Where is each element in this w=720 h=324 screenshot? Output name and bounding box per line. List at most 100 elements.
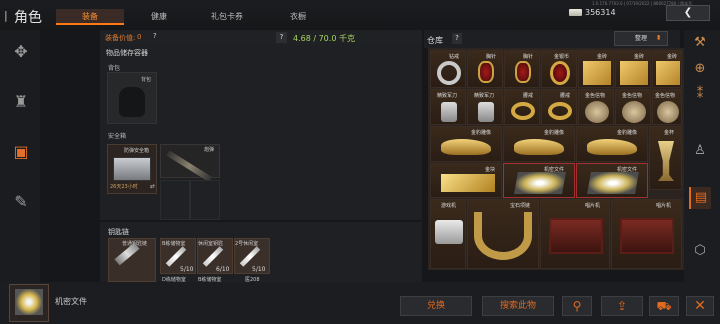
cart-icon[interactable]: ⛟ — [649, 296, 679, 316]
warehouse-item[interactable]: 金银币 — [541, 50, 577, 88]
warehouse-item[interactable]: 机密文件 — [503, 163, 575, 198]
warehouse-item[interactable]: 金豹雕像 — [576, 126, 648, 162]
item-label: 胸针 — [523, 54, 534, 60]
warehouse-item[interactable]: 钻戒 — [430, 50, 466, 88]
warehouse-item[interactable]: 机密文件 — [576, 163, 648, 198]
selected-item-name: 机密文件 — [55, 297, 87, 306]
key-count: 6/10 — [216, 266, 230, 273]
backpack-label: 背包 — [108, 65, 121, 72]
warehouse-item[interactable]: 腰戒 — [504, 89, 540, 125]
sort-icon: ▮ — [657, 34, 661, 41]
tab-wardrobe[interactable]: 衣橱 — [262, 9, 334, 25]
warehouse-item[interactable]: 金砖 — [652, 50, 682, 88]
ring-icon — [511, 102, 535, 120]
goblet-icon — [658, 141, 674, 181]
warehouse-item[interactable]: 游戏机 — [430, 199, 466, 269]
bag-icon[interactable]: ▤ — [689, 187, 711, 209]
warehouse-item[interactable]: 金色信物 — [652, 89, 682, 125]
tab-gift-cards[interactable]: 礼包卡券 — [192, 9, 262, 25]
tools-icon[interactable]: ✎ — [10, 190, 32, 214]
item-label: 金色信物 — [655, 93, 676, 99]
bullet-icon[interactable]: ⁑ — [689, 84, 711, 106]
weapon-icon[interactable]: ✥ — [10, 40, 32, 64]
item-label: 唱片机 — [585, 203, 601, 209]
warehouse-item[interactable]: 金砖 — [578, 50, 614, 88]
close-icon[interactable]: ✕ — [686, 296, 714, 316]
cube-icon[interactable]: ⬡ — [689, 240, 711, 262]
warehouse-item[interactable]: 胸针 — [467, 50, 503, 88]
item-label: 胸针 — [486, 54, 497, 60]
back-chevron-icon[interactable]: ❮ — [666, 5, 710, 21]
knife-icon — [478, 102, 494, 122]
warehouse-item[interactable]: 金豹雕像 — [430, 126, 502, 162]
equip-value-label: 装备价值: — [105, 34, 136, 42]
item-label: 金色信物 — [622, 93, 643, 99]
warehouse-item[interactable]: 金色信物 — [615, 89, 651, 125]
item-label: 腰戒 — [560, 93, 571, 99]
swap-icon[interactable]: ⇄ — [150, 183, 155, 190]
empty-grid-cell[interactable] — [190, 180, 220, 220]
leopard-statue-icon — [441, 139, 491, 155]
key-count: 5/10 — [180, 266, 194, 273]
item-label: 精致军刀 — [437, 93, 458, 99]
leopard-statue-icon — [514, 139, 564, 155]
warehouse-item[interactable]: 金块 — [430, 163, 502, 198]
game-console-icon — [435, 220, 463, 244]
warehouse-item[interactable]: 金色信物 — [578, 89, 614, 125]
empty-grid-cell[interactable] — [160, 180, 190, 220]
item-label: 金豹雕像 — [544, 130, 565, 136]
warehouse-item[interactable]: 宝石项链 — [467, 199, 539, 269]
warehouse-item[interactable]: 唱片机 — [540, 199, 610, 269]
weight-help-icon[interactable]: ? — [276, 32, 287, 43]
exchange-button[interactable]: 兑换 — [400, 296, 472, 316]
medallion-icon — [585, 101, 609, 123]
item-label: 钻戒 — [449, 54, 460, 60]
page-title: 角色 — [14, 10, 42, 26]
search-icon[interactable]: ⚲ — [562, 296, 592, 316]
item-label: 金杯 — [664, 130, 675, 136]
ring-icon — [548, 102, 572, 120]
knife-icon — [441, 102, 457, 122]
armor-icon[interactable]: ♙ — [689, 140, 711, 162]
gold-bar-icon — [620, 61, 648, 85]
medallion-icon — [622, 101, 646, 123]
record-player-icon — [549, 218, 603, 254]
warehouse-item[interactable]: 胸针 — [504, 50, 540, 88]
body-icon[interactable]: ♜ — [10, 90, 32, 114]
brooch-icon — [515, 61, 531, 83]
brooch-icon — [478, 61, 494, 83]
gold-bar-icon — [583, 61, 611, 85]
share-icon[interactable]: ⇪ — [601, 296, 643, 316]
gold-bar-icon — [656, 61, 680, 85]
item-label: 唱片机 — [656, 203, 672, 209]
safebox-label: 安全箱 — [108, 133, 127, 140]
ammo-name: 炮弹 — [204, 147, 215, 153]
warehouse-item[interactable]: 金砖 — [615, 50, 651, 88]
safebox-icon — [113, 157, 151, 181]
rifle-icon[interactable]: ⚒ — [689, 32, 711, 54]
back-arrow-icon[interactable]: | — [4, 9, 14, 22]
warehouse-help-icon[interactable]: ? — [452, 33, 462, 44]
warehouse-item[interactable]: 精致军刀 — [430, 89, 466, 125]
item-label: 游戏机 — [441, 203, 457, 209]
tab-equipment[interactable]: 装备 — [56, 9, 124, 25]
warehouse-item[interactable]: 金杯 — [649, 126, 682, 190]
item-label: 金银币 — [554, 54, 570, 60]
backpack-name: 背包 — [141, 77, 152, 83]
tab-health[interactable]: 健康 — [126, 9, 192, 25]
classified-file-icon — [514, 172, 566, 194]
safebox-timer: 26天23小时 — [110, 184, 138, 190]
coin-icon — [550, 61, 570, 85]
equip-help-icon[interactable]: ? — [153, 32, 157, 40]
warehouse-item[interactable]: 腰戒 — [541, 89, 577, 125]
backpack-icon[interactable]: ▣ — [10, 140, 32, 164]
warehouse-item[interactable]: 精致军刀 — [467, 89, 503, 125]
grenade-icon[interactable]: ⊕ — [689, 58, 711, 80]
item-label: 金砖 — [597, 54, 608, 60]
item-label: 金豹雕像 — [471, 130, 492, 136]
item-label: 精致军刀 — [474, 93, 495, 99]
backpack-silhouette-icon — [119, 87, 145, 117]
warehouse-item[interactable]: 金豹雕像 — [503, 126, 575, 162]
warehouse-item[interactable]: 唱片机 — [611, 199, 682, 269]
search-item-button[interactable]: 搜索此物 — [482, 296, 554, 316]
